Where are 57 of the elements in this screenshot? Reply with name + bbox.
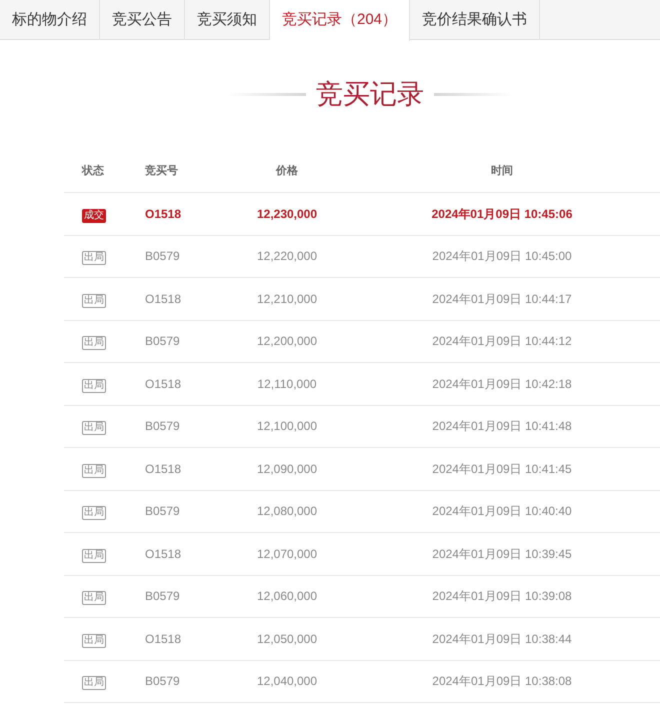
tab[interactable]: 标的物介绍	[0, 0, 100, 40]
status-badge: 出局	[82, 464, 106, 478]
bidder-number: B0579	[144, 503, 181, 520]
bid-time: 2024年01月09日 10:39:08	[431, 588, 573, 606]
bid-time: 2024年01月09日 10:44:17	[431, 290, 573, 308]
bid-price: 12,200,000	[256, 333, 318, 350]
status-badge: 出局	[82, 421, 106, 436]
bid-price: 12,210,000	[256, 290, 318, 308]
status-badge: 出局	[82, 634, 106, 648]
bid-price: 12,090,000	[256, 460, 318, 478]
status-badge: 出局	[82, 294, 106, 308]
bid-price: 12,220,000	[256, 248, 318, 266]
bidder-number: O1518	[144, 206, 182, 223]
bid-price: 12,040,000	[256, 673, 318, 690]
status-badge: 出局	[82, 591, 106, 606]
bidder-number: B0579	[144, 248, 181, 266]
bid-time: 2024年01月09日 10:38:08	[431, 673, 573, 690]
column-header: 竞买号	[144, 164, 179, 180]
bid-time: 2024年01月09日 10:44:12	[431, 333, 573, 350]
bidder-number: O1518	[144, 290, 182, 308]
bidder-number: O1518	[144, 630, 182, 648]
section-title: 竞买记录	[316, 78, 424, 111]
bid-price: 12,060,000	[256, 588, 318, 606]
status-badge: 出局	[82, 506, 106, 520]
bid-price: 12,070,000	[256, 546, 318, 563]
bidder-number: O1518	[144, 546, 182, 563]
status-badge: 出局	[82, 378, 106, 393]
status-badge: 出局	[82, 676, 106, 690]
bid-price: 12,110,000	[256, 376, 318, 393]
bid-time: 2024年01月09日 10:45:06	[430, 206, 574, 223]
bid-time: 2024年01月09日 10:45:00	[431, 248, 573, 266]
bidder-number: B0579	[144, 333, 181, 350]
column-header: 状态	[80, 164, 105, 180]
bid-time: 2024年01月09日 10:41:45	[431, 460, 573, 478]
bid-time: 2024年01月09日 10:41:48	[431, 418, 573, 436]
status-badge: 出局	[82, 336, 106, 350]
column-header: 价格	[274, 164, 299, 180]
bidder-number: O1518	[144, 376, 182, 393]
bid-time: 2024年01月09日 10:42:18	[431, 376, 573, 393]
status-badge: 出局	[82, 548, 106, 563]
bid-time: 2024年01月09日 10:38:44	[431, 630, 573, 648]
tab[interactable]: 竞买记录（204）	[270, 0, 410, 41]
bid-time: 2024年01月09日 10:40:40	[431, 503, 573, 520]
column-header: 时间	[490, 164, 514, 180]
bid-price: 12,230,000	[256, 206, 318, 223]
bid-price: 12,080,000	[256, 503, 318, 520]
bid-time: 2024年01月09日 10:39:45	[431, 546, 573, 563]
bidder-number: B0579	[144, 588, 181, 606]
bidder-number: B0579	[144, 673, 181, 690]
tab[interactable]: 竞价结果确认书	[410, 0, 540, 40]
tab[interactable]: 竞买公告	[100, 0, 185, 40]
status-badge: 成交	[82, 208, 106, 223]
bid-price: 12,100,000	[256, 418, 318, 436]
bidder-number: O1518	[144, 460, 182, 478]
status-badge: 出局	[82, 251, 106, 266]
bidder-number: B0579	[144, 418, 181, 436]
bid-price: 12,050,000	[256, 630, 318, 648]
